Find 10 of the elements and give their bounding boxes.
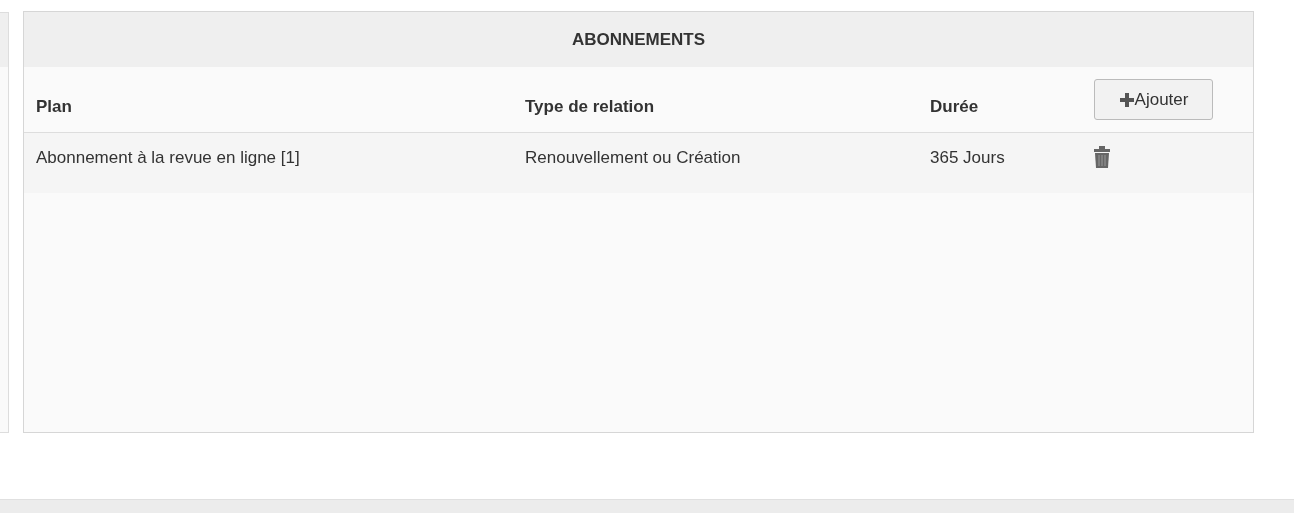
plus-icon [1118,91,1135,108]
table-cell: 365 Jours [930,148,1005,167]
trash-icon[interactable] [1094,146,1110,168]
column-header: Durée [930,97,979,116]
table-cell: Abonnement à la revue en ligne [1] [36,148,300,167]
table-cell: Renouvellement ou Création [525,148,741,167]
add-button[interactable]: Ajouter [1094,79,1213,120]
column-header: Plan [36,97,72,116]
column-header: Type de relation [525,97,655,116]
panel-title: ABONNEMENTS [571,29,706,50]
